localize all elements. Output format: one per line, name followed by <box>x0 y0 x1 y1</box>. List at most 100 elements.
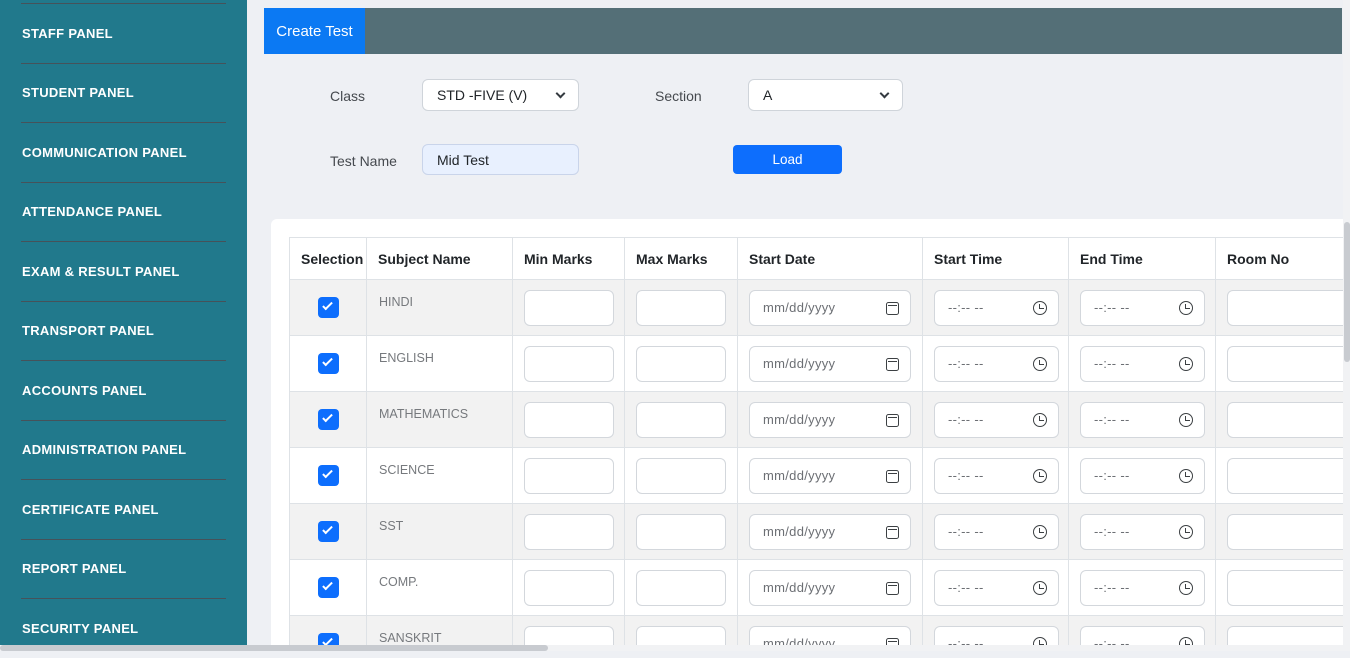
calendar-icon[interactable] <box>886 525 899 539</box>
start-time-cell: --:-- -- <box>922 279 1069 336</box>
max-marks-input[interactable] <box>636 513 726 550</box>
clock-icon[interactable] <box>1033 524 1047 539</box>
calendar-icon[interactable] <box>886 581 899 595</box>
start-time-input[interactable]: --:-- -- <box>934 289 1059 326</box>
min-marks-input[interactable] <box>524 289 614 326</box>
load-button[interactable]: Load <box>733 145 842 174</box>
subject-select-checkbox[interactable] <box>317 577 339 598</box>
start-date-cell: mm/dd/yyyy <box>737 391 923 448</box>
sidebar-item-staff-panel[interactable]: STAFF PANEL <box>21 3 226 63</box>
sidebar-menu: STAFF PANEL STUDENT PANEL COMMUNICATION PA… <box>0 0 247 658</box>
class-select[interactable]: STD -FIVE (V) <box>422 79 579 111</box>
min-marks-input[interactable] <box>524 345 614 382</box>
room-no-input[interactable] <box>1227 345 1343 382</box>
start-date-input[interactable]: mm/dd/yyyy <box>749 289 911 326</box>
subject-select-checkbox[interactable] <box>317 521 339 542</box>
min-marks-input[interactable] <box>524 401 614 438</box>
start-time-input[interactable]: --:-- -- <box>934 569 1059 606</box>
tab-create-test[interactable]: Create Test <box>264 8 365 54</box>
calendar-icon[interactable] <box>886 469 899 483</box>
clock-icon[interactable] <box>1179 524 1193 539</box>
time-placeholder: --:-- -- <box>948 468 984 483</box>
max-marks-input[interactable] <box>636 345 726 382</box>
start-date-input[interactable]: mm/dd/yyyy <box>749 401 911 438</box>
column-header-end-time: End Time <box>1068 237 1216 280</box>
sidebar-item-transport-panel[interactable]: TRANSPORT PANEL <box>21 300 226 361</box>
clock-icon[interactable] <box>1179 412 1193 427</box>
check-icon <box>321 299 333 311</box>
max-marks-input[interactable] <box>636 457 726 494</box>
start-date-input[interactable]: mm/dd/yyyy <box>749 513 911 550</box>
end-time-input[interactable]: --:-- -- <box>1080 289 1205 326</box>
min-marks-input[interactable] <box>524 457 614 494</box>
subject-name-cell: HINDI <box>366 279 513 336</box>
min-marks-input[interactable] <box>524 513 614 550</box>
max-marks-input[interactable] <box>636 569 726 606</box>
section-select[interactable]: A <box>748 79 903 111</box>
column-header-selection: Selection <box>289 237 367 280</box>
calendar-icon[interactable] <box>886 301 899 315</box>
sidebar: STAFF PANEL STUDENT PANEL COMMUNICATION PA… <box>0 0 247 651</box>
room-no-input[interactable] <box>1227 569 1343 606</box>
sidebar-item-exam-result-panel[interactable]: EXAM & RESULT PANEL <box>21 241 226 301</box>
room-no-input[interactable] <box>1227 457 1343 494</box>
sidebar-item-accounts-panel[interactable]: ACCOUNTS PANEL <box>21 360 226 420</box>
calendar-icon[interactable] <box>886 357 899 371</box>
clock-icon[interactable] <box>1179 468 1193 483</box>
sidebar-item-student-panel[interactable]: STUDENT PANEL <box>21 62 226 123</box>
clock-icon[interactable] <box>1179 580 1193 595</box>
min-marks-cell <box>512 447 625 504</box>
end-time-input[interactable]: --:-- -- <box>1080 401 1205 438</box>
end-time-cell: --:-- -- <box>1068 447 1216 504</box>
subject-select-checkbox[interactable] <box>317 465 339 486</box>
start-time-input[interactable]: --:-- -- <box>934 513 1059 550</box>
sidebar-item-attendance-panel[interactable]: ATTENDANCE PANEL <box>21 181 226 242</box>
clock-icon[interactable] <box>1033 300 1047 315</box>
min-marks-input[interactable] <box>524 569 614 606</box>
clock-icon[interactable] <box>1033 356 1047 371</box>
sidebar-item-administration-panel[interactable]: ADMINISTRATION PANEL <box>21 419 226 480</box>
room-no-cell <box>1215 391 1343 448</box>
clock-icon[interactable] <box>1179 356 1193 371</box>
subject-name: COMP. <box>379 575 419 589</box>
column-header-room-no: Room No <box>1215 237 1343 280</box>
end-time-input[interactable]: --:-- -- <box>1080 569 1205 606</box>
max-marks-input[interactable] <box>636 401 726 438</box>
test-name-label: Test Name <box>330 153 397 169</box>
horizontal-scrollbar-thumb[interactable] <box>0 645 548 651</box>
start-date-input[interactable]: mm/dd/yyyy <box>749 457 911 494</box>
clock-icon[interactable] <box>1179 300 1193 315</box>
subject-name-cell: SCIENCE <box>366 447 513 504</box>
sidebar-item-certificate-panel[interactable]: CERTIFICATE PANEL <box>21 479 226 539</box>
room-no-input[interactable] <box>1227 401 1343 438</box>
room-no-input[interactable] <box>1227 513 1343 550</box>
clock-icon[interactable] <box>1033 412 1047 427</box>
end-time-input[interactable]: --:-- -- <box>1080 513 1205 550</box>
end-time-input[interactable]: --:-- -- <box>1080 457 1205 494</box>
vertical-scrollbar-thumb[interactable] <box>1343 222 1350 362</box>
sidebar-item-label: COMMUNICATION PANEL <box>22 144 187 160</box>
selection-cell <box>289 447 367 504</box>
max-marks-input[interactable] <box>636 289 726 326</box>
clock-icon[interactable] <box>1033 468 1047 483</box>
table-row: HINDI mm/dd/yyyy --:-- -- --:-- -- <box>289 279 1343 336</box>
sidebar-item-communication-panel[interactable]: COMMUNICATION PANEL <box>21 122 226 182</box>
end-time-input[interactable]: --:-- -- <box>1080 345 1205 382</box>
subject-name-cell: MATHEMATICS <box>366 391 513 448</box>
start-date-cell: mm/dd/yyyy <box>737 559 923 616</box>
subject-select-checkbox[interactable] <box>317 353 339 374</box>
start-time-input[interactable]: --:-- -- <box>934 457 1059 494</box>
start-time-input[interactable]: --:-- -- <box>934 345 1059 382</box>
subject-select-checkbox[interactable] <box>317 409 339 430</box>
clock-icon[interactable] <box>1033 580 1047 595</box>
subject-select-checkbox[interactable] <box>317 297 339 318</box>
start-date-input[interactable]: mm/dd/yyyy <box>749 569 911 606</box>
calendar-icon[interactable] <box>886 413 899 427</box>
sidebar-item-report-panel[interactable]: REPORT PANEL <box>21 538 226 599</box>
subject-name-cell: COMP. <box>366 559 513 616</box>
start-time-input[interactable]: --:-- -- <box>934 401 1059 438</box>
test-name-input[interactable]: Mid Test <box>422 144 579 175</box>
start-date-input[interactable]: mm/dd/yyyy <box>749 345 911 382</box>
room-no-input[interactable] <box>1227 289 1343 326</box>
start-time-cell: --:-- -- <box>922 447 1069 504</box>
